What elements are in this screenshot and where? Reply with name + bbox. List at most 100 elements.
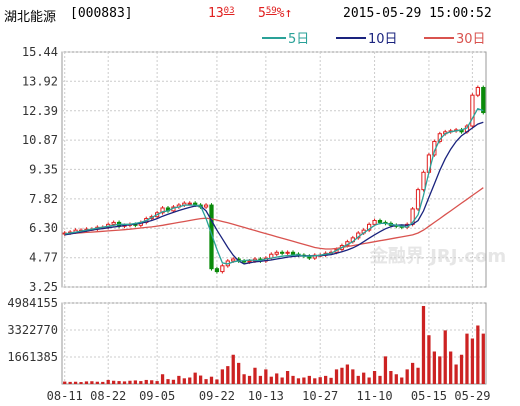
price-tick-label: 9.35 xyxy=(29,162,58,176)
volume-bar xyxy=(231,354,235,384)
volume-bar xyxy=(150,380,154,384)
volume-bar xyxy=(247,375,252,384)
price-tick-label: 15.44 xyxy=(22,45,58,59)
volume-bar xyxy=(117,381,121,384)
volume-bar xyxy=(345,364,350,384)
volume-bar xyxy=(465,333,469,384)
price-tick-label: 12.39 xyxy=(22,104,58,118)
candle-body xyxy=(421,171,426,191)
volume-bar xyxy=(280,377,284,384)
x-tick-label: 09-22 xyxy=(199,389,235,403)
volume-bar xyxy=(476,325,480,384)
volume-bar xyxy=(220,369,224,384)
volume-bar xyxy=(226,366,230,384)
volume-bar xyxy=(160,374,165,384)
volume-bar xyxy=(421,305,426,384)
volume-bar xyxy=(63,381,67,384)
volume-bar xyxy=(351,369,355,384)
volume-bar xyxy=(296,378,301,384)
volume-bar xyxy=(313,378,317,384)
candle-body xyxy=(377,219,383,223)
volume-bar xyxy=(307,375,311,384)
volume-bar xyxy=(275,373,279,384)
candle-body xyxy=(285,251,290,254)
volume-bar xyxy=(68,381,72,384)
stock-chart-widget: 湖北能源 [000883] 1303 559%↑ 2015-05-29 15:0… xyxy=(0,0,520,406)
volume-bar xyxy=(171,379,176,384)
volume-bar xyxy=(198,375,203,384)
volume-bar xyxy=(449,351,453,384)
candle-body xyxy=(280,251,285,254)
x-tick-label: 08-22 xyxy=(90,389,126,403)
volume-bar xyxy=(410,362,415,384)
candle-body xyxy=(415,189,421,210)
price-tick-label: 4.77 xyxy=(29,251,58,265)
volume-bar xyxy=(329,377,333,384)
volume-bar xyxy=(106,379,110,384)
candle-body xyxy=(247,260,252,263)
price-tick-label: 10.87 xyxy=(22,133,58,147)
candle-body xyxy=(372,219,377,225)
volume-bar xyxy=(155,381,159,384)
x-tick-label: 08-11 xyxy=(47,389,83,403)
volume-bar xyxy=(258,375,263,384)
volume-bar xyxy=(128,380,132,384)
volume-bar xyxy=(400,377,404,384)
volume-bar xyxy=(177,375,181,384)
volume-bar xyxy=(372,370,377,384)
volume-bar xyxy=(95,381,99,384)
candle-body xyxy=(187,202,192,205)
volume-tick-label: 3322770 xyxy=(7,323,58,337)
volume-bar xyxy=(389,370,393,384)
volume-bar xyxy=(285,370,290,384)
volume-bar xyxy=(362,372,366,384)
volume-bar xyxy=(334,369,339,384)
candle-body xyxy=(475,86,480,96)
ma5-line xyxy=(64,107,484,265)
candle-body xyxy=(214,268,220,273)
x-tick-label: 05-15 xyxy=(411,389,447,403)
candle-body xyxy=(481,86,486,114)
volume-bar xyxy=(356,375,360,384)
volume-bar xyxy=(112,380,116,384)
candle-body xyxy=(231,258,236,262)
price-tick-label: 7.82 xyxy=(29,192,58,206)
volume-bar xyxy=(101,381,105,384)
volume-bar xyxy=(324,375,328,384)
candle-body xyxy=(290,251,296,255)
volume-bar xyxy=(139,381,143,384)
volume-bar xyxy=(443,330,447,384)
volume-bar xyxy=(122,381,127,384)
volume-tick-label: 1661385 xyxy=(7,350,58,364)
volume-bar xyxy=(253,367,257,384)
price-tick-label: 3.25 xyxy=(29,280,58,294)
volume-bar xyxy=(394,374,398,384)
volume-bar xyxy=(133,380,138,384)
x-tick-label: 09-05 xyxy=(139,389,175,403)
volume-bar xyxy=(481,333,485,384)
volume-bar xyxy=(340,367,344,384)
volume-bar xyxy=(215,379,219,384)
volume-bar xyxy=(432,351,436,384)
ma10-line xyxy=(64,121,484,265)
price-tick-label: 13.92 xyxy=(22,74,58,88)
volume-bar xyxy=(242,374,246,384)
x-tick-label: 11-10 xyxy=(357,389,393,403)
volume-bar xyxy=(73,381,78,384)
volume-bar xyxy=(182,378,186,384)
price-tick-label: 6.30 xyxy=(29,221,58,235)
x-tick-label: 10-27 xyxy=(302,389,338,403)
volume-bar xyxy=(427,335,431,384)
volume-bar xyxy=(84,381,89,384)
candle-body xyxy=(274,251,279,255)
volume-bar xyxy=(79,382,83,384)
volume-bar xyxy=(454,364,458,384)
volume-bar xyxy=(405,369,409,384)
volume-bar xyxy=(269,376,273,384)
volume-bar xyxy=(438,356,442,384)
volume-bar xyxy=(237,362,241,384)
candle-body xyxy=(111,221,116,225)
chart-canvas: 金融界 JRJ.com15.4413.9212.3910.879.357.826… xyxy=(7,45,506,403)
volume-bar xyxy=(264,369,268,384)
volume-bar xyxy=(166,379,170,384)
